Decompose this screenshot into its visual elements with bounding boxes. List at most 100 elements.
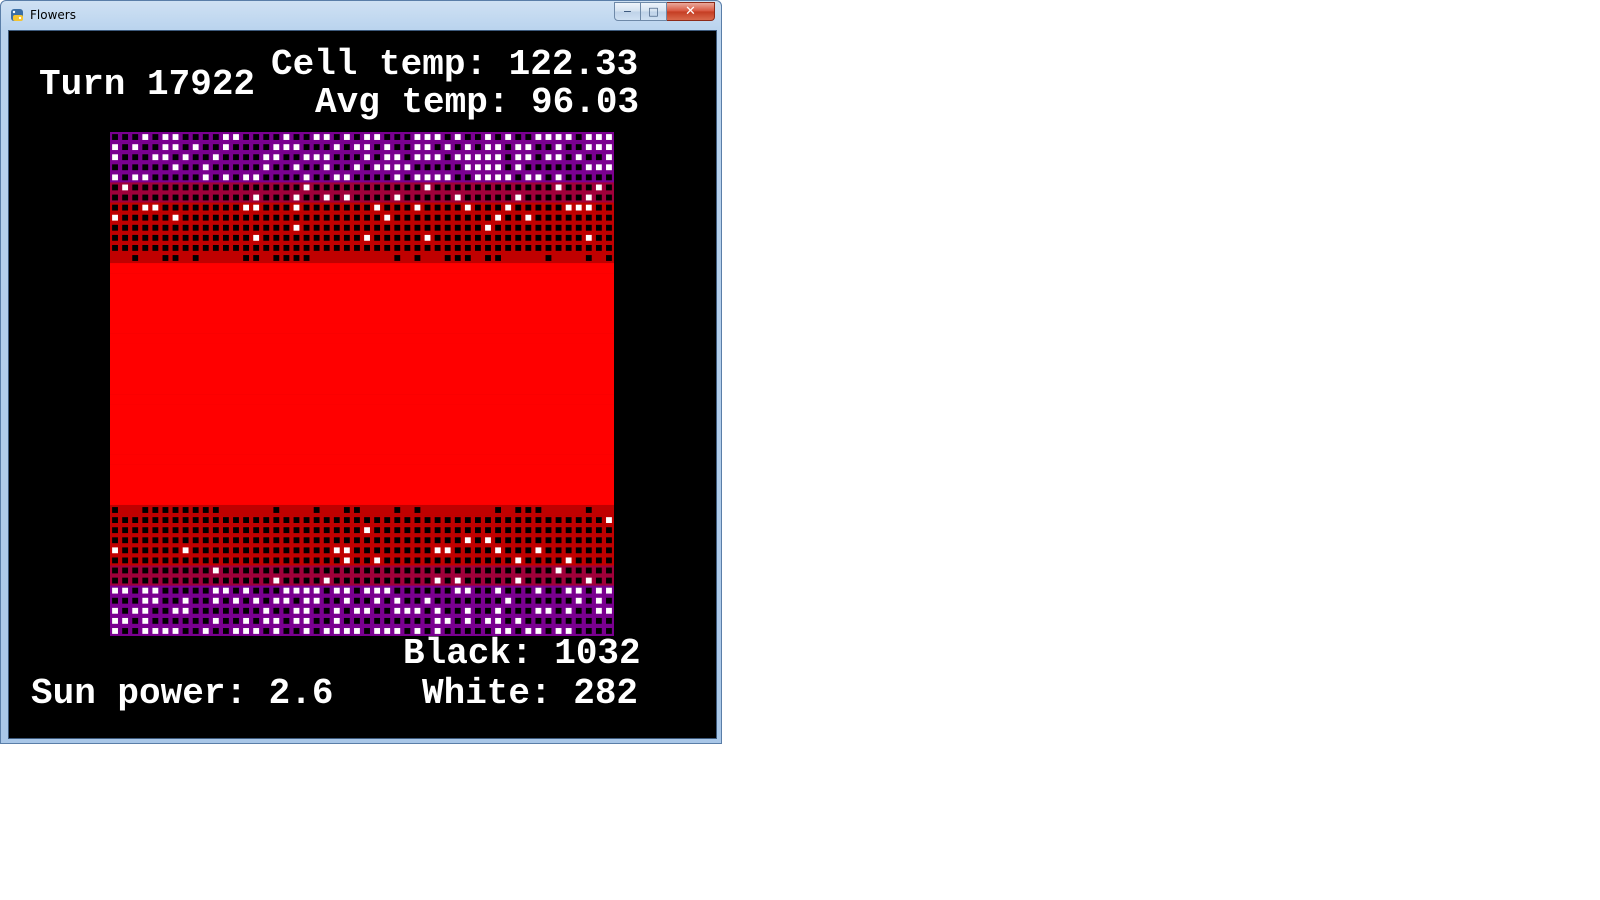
black-flower: [414, 224, 421, 231]
black-flower: [585, 517, 592, 524]
black-flower: [303, 577, 310, 584]
game-canvas[interactable]: Turn 17922 Cell temp: 122.33 Avg temp: 9…: [8, 30, 717, 739]
black-flower: [313, 234, 320, 241]
black-flower: [384, 537, 391, 544]
title-bar[interactable]: Flowers − □ ✕: [1, 1, 721, 29]
black-flower: [606, 527, 612, 534]
black-flower: [152, 537, 159, 544]
white-flower: [585, 194, 592, 201]
black-flower: [293, 597, 300, 604]
black-flower: [222, 607, 229, 614]
black-flower: [474, 144, 481, 151]
black-flower: [293, 214, 300, 221]
black-flower: [565, 547, 572, 554]
black-flower: [354, 174, 360, 181]
black-flower: [303, 194, 310, 201]
black-flower: [374, 144, 381, 151]
black-flower: [364, 617, 370, 624]
black-flower: [505, 527, 512, 534]
black-flower: [525, 527, 532, 534]
black-flower: [535, 244, 542, 251]
minimize-button[interactable]: −: [614, 2, 641, 21]
black-flower: [263, 567, 270, 574]
black-flower: [273, 194, 280, 201]
black-flower: [192, 557, 199, 564]
black-flower: [192, 244, 199, 251]
black-flower: [263, 587, 270, 594]
black-flower: [233, 527, 239, 534]
white-flower: [565, 587, 572, 594]
black-flower: [394, 617, 401, 624]
black-flower: [202, 234, 209, 241]
grid-row-band: [110, 363, 614, 375]
black-flower: [152, 244, 159, 251]
black-flower: [233, 617, 239, 624]
black-flower: [454, 184, 461, 191]
black-flower: [474, 537, 481, 544]
white-flower: [172, 164, 179, 171]
white-flower: [354, 144, 360, 151]
grid-row-band: [110, 404, 614, 415]
black-flower: [333, 567, 340, 574]
black-flower: [364, 164, 370, 171]
black-flower: [112, 567, 118, 574]
white-flower: [595, 597, 602, 604]
close-button[interactable]: ✕: [667, 2, 715, 21]
black-flower: [454, 204, 461, 211]
black-flower: [273, 557, 280, 564]
black-flower: [474, 194, 481, 201]
black-flower: [303, 547, 310, 554]
white-flower: [333, 587, 340, 594]
black-flower: [172, 154, 179, 161]
black-flower: [424, 244, 431, 251]
black-flower: [212, 234, 219, 241]
black-flower: [384, 567, 391, 574]
black-flower: [233, 577, 239, 584]
black-flower: [243, 255, 250, 261]
black-flower: [243, 224, 250, 231]
black-flower: [384, 224, 391, 231]
maximize-button[interactable]: □: [641, 2, 667, 21]
black-flower: [313, 517, 320, 524]
white-flower: [303, 607, 310, 614]
black-flower: [323, 597, 330, 604]
white-flower: [333, 547, 340, 554]
white-flower: [495, 174, 502, 181]
grid-row-band: [110, 464, 614, 476]
black-flower: [394, 527, 401, 534]
black-flower: [243, 597, 250, 604]
white-flower: [283, 134, 290, 140]
white-flower: [293, 164, 300, 171]
black-flower: [152, 164, 159, 171]
white-flower: [394, 164, 401, 171]
white-flower: [303, 184, 310, 191]
black-flower: [293, 567, 300, 574]
white-flower: [474, 174, 481, 181]
black-flower: [485, 244, 491, 251]
black-flower: [495, 557, 502, 564]
black-flower: [575, 194, 582, 201]
black-flower: [535, 577, 542, 584]
flower-grid[interactable]: [110, 132, 614, 636]
black-flower: [414, 547, 421, 554]
black-flower: [444, 577, 451, 584]
white-flower: [606, 154, 612, 161]
black-flower: [464, 577, 471, 584]
white-flower: [212, 587, 219, 594]
black-flower: [222, 567, 229, 574]
black-flower: [424, 224, 431, 231]
black-flower: [384, 577, 391, 584]
white-flower: [112, 607, 118, 614]
black-flower: [162, 244, 169, 251]
black-flower: [434, 567, 441, 574]
black-flower: [142, 537, 149, 544]
black-flower: [222, 204, 229, 211]
black-flower: [283, 607, 290, 614]
white-flower: [212, 597, 219, 604]
black-flower: [384, 547, 391, 554]
white-flower: [485, 537, 491, 544]
black-flower: [565, 214, 572, 221]
black-flower: [222, 547, 229, 554]
white-flower: [253, 194, 260, 201]
black-flower: [142, 577, 149, 584]
